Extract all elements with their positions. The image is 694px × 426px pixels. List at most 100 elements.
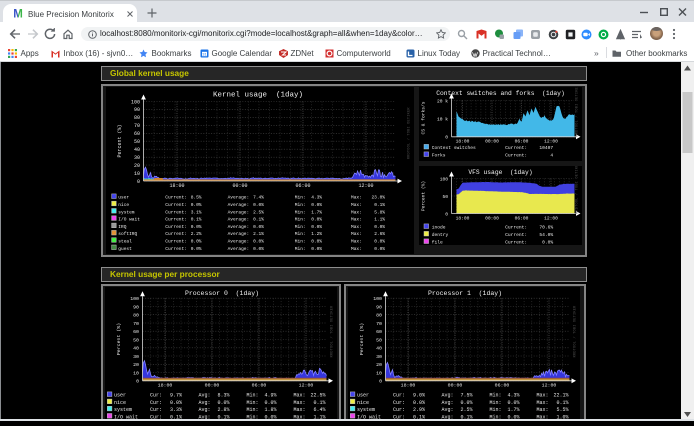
svg-text:4.9%: 4.9% xyxy=(264,392,276,398)
svg-text:06:00: 06:00 xyxy=(251,382,266,388)
svg-text:0.0%: 0.0% xyxy=(217,400,229,406)
svg-text:18:00: 18:00 xyxy=(455,138,469,144)
svg-text:7.5%: 7.5% xyxy=(460,392,472,398)
svg-text:Avg:: Avg: xyxy=(441,400,453,406)
svg-text:20: 20 xyxy=(133,362,139,368)
svg-text:0.1%: 0.1% xyxy=(313,400,325,406)
svg-text:Current:: Current: xyxy=(165,238,187,244)
svg-text:2.2%: 2.2% xyxy=(191,231,202,237)
svg-text:VFS usage (1day): VFS usage (1day) xyxy=(468,169,532,176)
svg-text:CS & forks/s: CS & forks/s xyxy=(420,101,426,134)
svg-text:Current:: Current: xyxy=(165,231,187,237)
svg-text:Current:: Current: xyxy=(505,224,527,230)
svg-text:Avg:: Avg: xyxy=(198,407,210,413)
svg-text:00:00: 00:00 xyxy=(485,215,499,221)
svg-text:Avg:: Avg: xyxy=(441,392,453,398)
svg-text:Max:: Max: xyxy=(536,407,548,413)
svg-text:Max:: Max: xyxy=(351,209,362,215)
svg-text:Max:: Max: xyxy=(351,231,362,237)
svg-text:Max:: Max: xyxy=(351,223,362,229)
svg-text:1.7%: 1.7% xyxy=(311,209,322,215)
svg-text:100: 100 xyxy=(131,99,140,105)
svg-text:22.1%: 22.1% xyxy=(553,392,568,398)
svg-text:Cur:: Cur: xyxy=(150,392,162,398)
svg-text:Max:: Max: xyxy=(293,400,305,406)
svg-text:0.0%: 0.0% xyxy=(191,223,202,229)
svg-text:100: 100 xyxy=(373,296,382,302)
svg-text:9.7%: 9.7% xyxy=(169,392,181,398)
svg-text:Processor 1 (1day): Processor 1 (1day) xyxy=(427,290,501,297)
svg-text:Avg:: Avg: xyxy=(198,400,210,406)
svg-text:4.3%: 4.3% xyxy=(507,392,519,398)
svg-text:00:00: 00:00 xyxy=(232,182,247,188)
svg-text:50: 50 xyxy=(133,337,139,343)
svg-text:0.0%: 0.0% xyxy=(191,245,202,251)
svg-text:Average:: Average: xyxy=(228,194,250,200)
svg-text:Max:: Max: xyxy=(351,202,362,208)
svg-text:0: 0 xyxy=(379,378,382,384)
svg-text:0.0%: 0.0% xyxy=(311,216,322,222)
svg-text:user: user xyxy=(118,194,129,200)
svg-text:0.0%: 0.0% xyxy=(253,223,264,229)
svg-text:Current:: Current: xyxy=(505,152,527,158)
svg-text:70: 70 xyxy=(133,321,139,327)
svg-text:00:00: 00:00 xyxy=(447,382,462,388)
svg-text:Min:: Min: xyxy=(295,245,306,251)
svg-text:0: 0 xyxy=(445,211,448,217)
svg-text:0.0%: 0.0% xyxy=(311,223,322,229)
svg-text:12:00: 12:00 xyxy=(544,138,558,144)
svg-text:20: 20 xyxy=(376,362,382,368)
svg-text:31: 31 xyxy=(202,51,207,56)
svg-text:Current:: Current: xyxy=(165,209,187,215)
svg-text:Min:: Min: xyxy=(295,231,306,237)
svg-text:Average:: Average: xyxy=(228,238,250,244)
svg-text:12:00: 12:00 xyxy=(358,182,373,188)
svg-text:system: system xyxy=(357,407,375,413)
svg-text:1.7%: 1.7% xyxy=(507,407,519,413)
svg-text:10 k: 10 k xyxy=(436,116,447,122)
svg-text:Average:: Average: xyxy=(228,223,250,229)
svg-text:Current:: Current: xyxy=(165,194,187,200)
svg-text:RRDTOOL / TOBI OETIKER: RRDTOOL / TOBI OETIKER xyxy=(407,106,412,158)
svg-text:Kernel usage (1day): Kernel usage (1day) xyxy=(213,91,303,99)
svg-text:Average:: Average: xyxy=(228,245,250,251)
svg-text:00:00: 00:00 xyxy=(204,382,219,388)
svg-text:10407: 10407 xyxy=(539,145,553,151)
svg-text:0.1%: 0.1% xyxy=(374,202,385,208)
svg-text:Min:: Min: xyxy=(295,216,306,222)
svg-text:40: 40 xyxy=(133,345,139,351)
svg-text:nice: nice xyxy=(118,202,129,208)
svg-text:RRDTOOL / TOBI OETIKER: RRDTOOL / TOBI OETIKER xyxy=(329,305,334,357)
svg-text:nice: nice xyxy=(114,400,126,406)
svg-text:2.5%: 2.5% xyxy=(460,407,472,413)
svg-text:IRQ: IRQ xyxy=(118,223,126,229)
svg-text:0.0%: 0.0% xyxy=(412,400,424,406)
svg-text:18:00: 18:00 xyxy=(169,182,184,188)
svg-text:06:00: 06:00 xyxy=(514,215,528,221)
svg-text:70: 70 xyxy=(376,321,382,327)
svg-text:80: 80 xyxy=(134,115,140,121)
svg-text:12:00: 12:00 xyxy=(541,382,556,388)
svg-text:RRDTOOL / TOBI OETIKER: RRDTOOL / TOBI OETIKER xyxy=(572,305,577,357)
svg-text:file: file xyxy=(431,239,442,244)
svg-text:0.0%: 0.0% xyxy=(311,245,322,251)
svg-text:18:00: 18:00 xyxy=(455,215,469,221)
svg-text:0.0%: 0.0% xyxy=(460,400,472,406)
svg-text:18:00: 18:00 xyxy=(157,382,172,388)
svg-text:30: 30 xyxy=(133,354,139,360)
svg-text:9.0%: 9.0% xyxy=(412,392,424,398)
svg-text:20: 20 xyxy=(134,162,140,168)
svg-text:Current:: Current: xyxy=(505,145,527,151)
svg-text:Cur:: Cur: xyxy=(393,407,405,413)
svg-text:06:00: 06:00 xyxy=(295,182,310,188)
svg-text:0.0%: 0.0% xyxy=(374,223,385,229)
svg-text:Current:: Current: xyxy=(505,232,527,238)
svg-text:1.2%: 1.2% xyxy=(311,231,322,237)
svg-text:12:00: 12:00 xyxy=(298,382,313,388)
svg-text:Min:: Min: xyxy=(489,407,501,413)
svg-text:0.0%: 0.0% xyxy=(374,245,385,251)
svg-text:70.6%: 70.6% xyxy=(539,224,553,230)
svg-text:0.0%: 0.0% xyxy=(191,238,202,244)
svg-text:10: 10 xyxy=(134,170,140,176)
svg-text:0: 0 xyxy=(445,134,448,140)
